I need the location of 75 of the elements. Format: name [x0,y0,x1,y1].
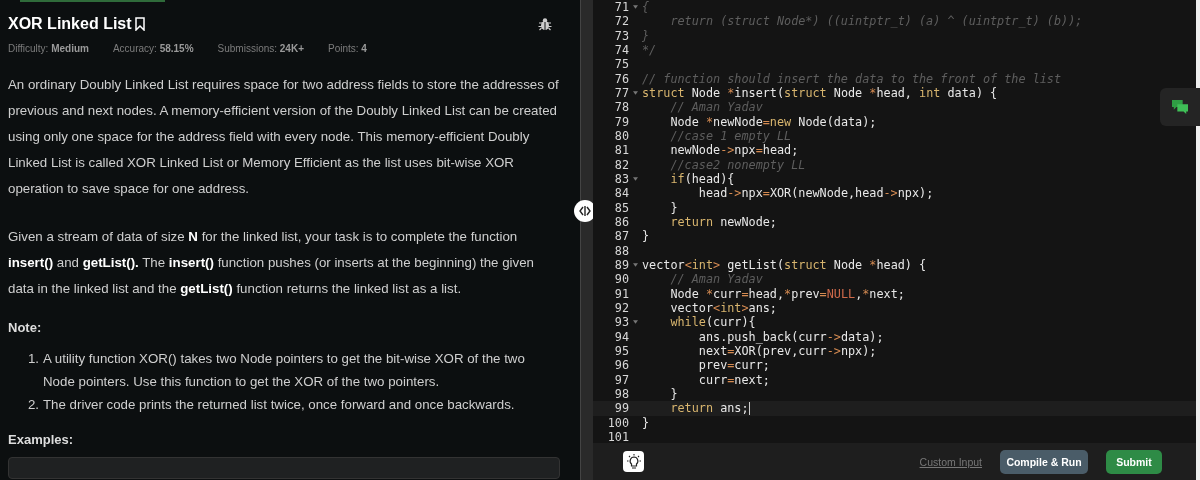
code-text: } [642,229,650,244]
code-text: //case2 nonempty LL [669,157,806,172]
line-number: 76 [613,71,629,86]
line-number: 80 [613,128,629,144]
custom-input-link[interactable]: Custom Input [919,455,982,468]
code-text: newNode->npx=head; [669,143,799,158]
code-text: prev=curr; [697,358,770,373]
line-number: 92 [613,300,629,316]
code-text: } [669,386,678,402]
line-number: 84 [613,186,629,201]
code-text: return (struct Node*) ((uintptr_t) (a) ^ (uintptr_t) (b)); [669,14,1083,29]
code-text: Node *newNode=new Node(data); [669,114,877,129]
line-number: 79 [613,114,629,129]
code-text: struct Node *insert(struct Node *head, int data) { [642,85,998,101]
line-number: 93 [613,315,629,330]
line-number: 73 [613,28,629,43]
line-number: 82 [613,157,629,172]
code-text: Node *curr=head,*prev=NULL,*next; [669,286,905,301]
code-text: */ [642,43,657,58]
problem-title: XOR Linked List [8,15,132,33]
code-text: //case 1 empty LL [669,128,792,144]
line-number: 91 [613,286,629,301]
line-number: 101 [606,429,629,443]
line-number: 95 [613,343,629,359]
note-text: The driver code prints the returned list twice, once forward and once backwards. [43,396,515,414]
compile-run-button[interactable]: Compile & Run [1000,449,1088,474]
line-number: 83 [613,171,629,187]
code-text: // Aman Yadav [669,100,763,115]
code-text: } [669,200,678,215]
line-number: 98 [613,386,629,402]
list-marker: 1. [26,350,39,368]
line-number: 72 [613,14,629,29]
line-number: 71 [613,0,629,15]
submit-button[interactable]: Submit [1106,449,1162,474]
stat-label: Accuracy: 58.15% [112,43,194,54]
code-text: { [642,0,650,15]
line-number: 96 [613,358,629,373]
code-text: head->npx=XOR(newNode,head->npx); [697,186,934,201]
code-text: curr=next; [697,372,770,387]
code-text: vector<int>ans; [669,300,777,316]
code-text: // Aman Yadav [669,272,763,287]
code-text: ans.push_back(curr->data); [697,329,884,344]
line-number: 88 [613,243,629,258]
code-text: return ans; [669,401,749,416]
note-heading: Note: [8,320,43,335]
note-text: A utility function XOR() takes two Node pointers to get the bit-wise XOR of the two Node pointers. Use this function to get the XOR of the two pointers. [43,350,526,391]
line-number: 75 [613,57,629,72]
stat-label: Submissions: 24K+ [217,43,304,54]
line-number: 90 [613,272,629,287]
line-number: 77 [613,85,629,101]
stat-label: Difficulty: Medium [8,43,89,54]
line-number: 87 [613,229,629,244]
line-number: 94 [613,329,629,344]
line-number: 85 [613,200,629,215]
list-marker: 2. [26,396,39,414]
line-number: 100 [606,415,629,430]
code-text: next=XOR(prev,curr->npx); [697,343,877,359]
examples-heading: Examples: [8,432,75,447]
line-number: 99 [613,401,629,416]
line-number: 97 [613,372,629,387]
line-number: 74 [613,43,629,58]
description-paragraph: Given a stream of data of size N for the linked list, your task is to complete the function insert() and getList(). The insert() function pushes (or inserts at the beginning) the given data in the linked list and the getList() function returns the linked list as a list. [8,228,535,298]
code-text: vector<int> getList(struct Node *head) { [642,257,927,273]
code-text: while(curr){ [669,315,756,330]
line-number: 86 [613,214,629,230]
code-text: } [642,415,650,430]
description-paragraph: An ordinary Doubly Linked List requires space for two address fields to store the addresses of previous and next nodes. A memory-efficient version of the Doubly Linked List can be created using only one space for the address field with every node. This memory-efficient Doubly Linked List is called XOR Linked List or Memory Efficient as the list uses bit-wise XOR operation to save space for one address. [8,76,560,198]
code-text: return newNode; [669,214,777,230]
line-number: 81 [613,143,629,158]
line-number: 89 [613,257,629,273]
code-text: } [642,28,650,43]
code-text: if(head){ [669,171,735,187]
code-text: // function should insert the data to the front of the list [642,71,1062,86]
line-number: 78 [613,100,629,115]
stat-label: Points: 4 [328,43,367,54]
